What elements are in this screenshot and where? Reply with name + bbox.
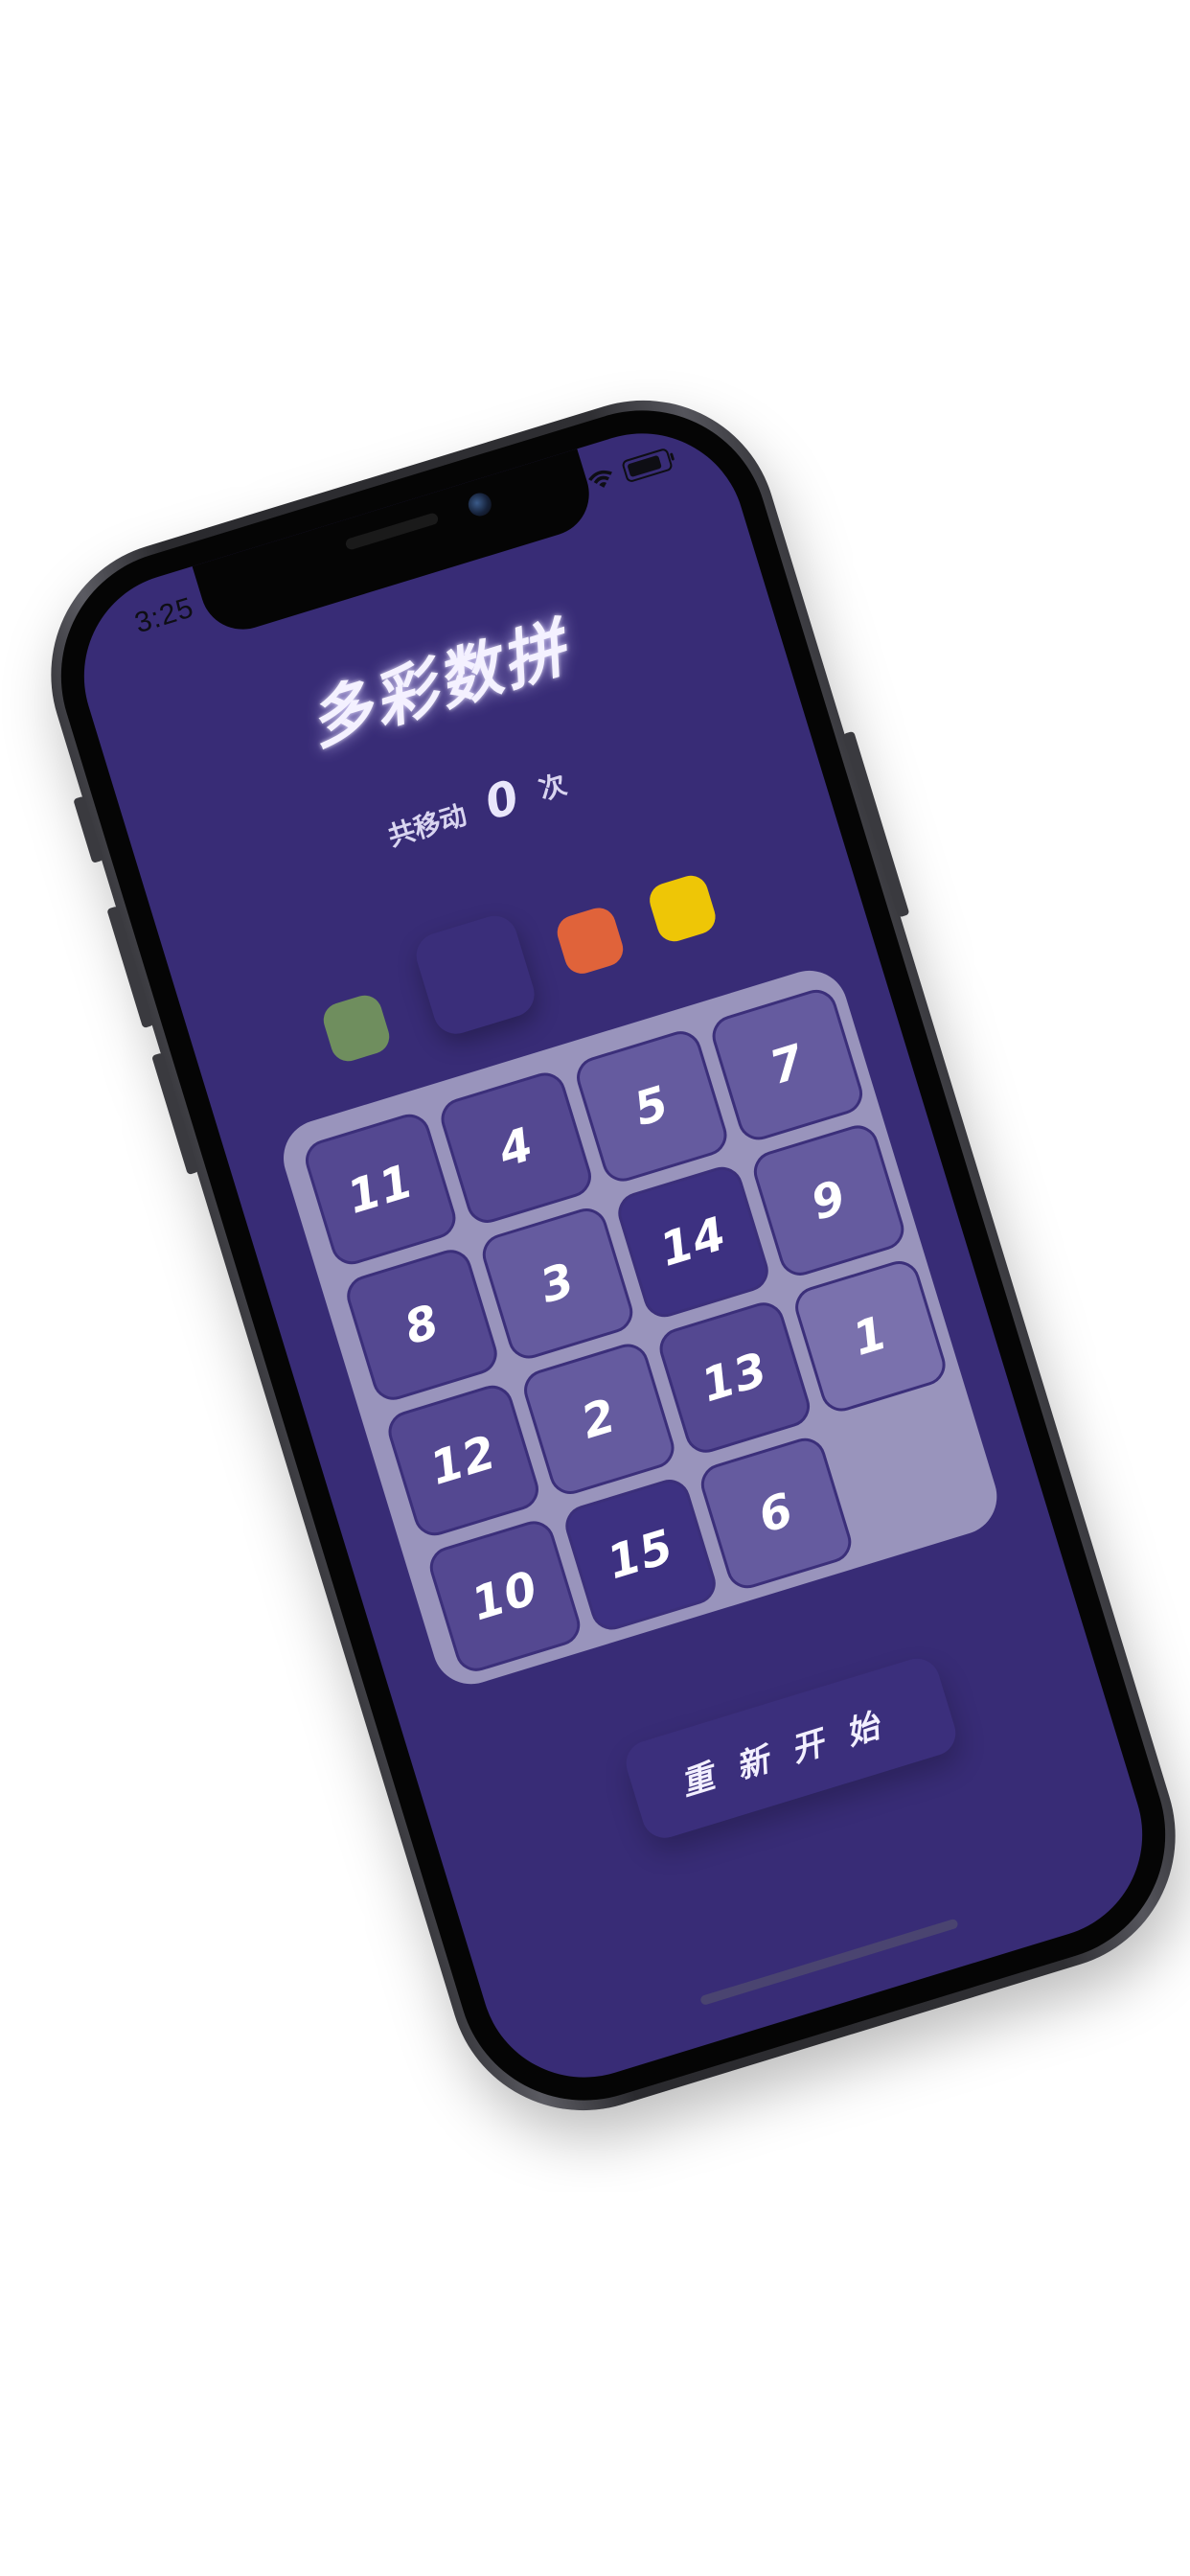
moves-suffix: 次	[535, 768, 571, 807]
puzzle-tile[interactable]: 2	[518, 1339, 679, 1500]
puzzle-tile[interactable]: 14	[612, 1162, 774, 1322]
speaker-grille	[344, 512, 440, 551]
puzzle-tile[interactable]: 4	[436, 1068, 597, 1229]
moves-prefix: 共移动	[383, 798, 470, 853]
puzzle-tile[interactable]: 12	[383, 1380, 544, 1541]
swatch-green[interactable]	[319, 991, 394, 1066]
moves-count: 0	[478, 770, 526, 831]
restart-button[interactable]: 重新开始	[620, 1652, 962, 1844]
swatch-orange[interactable]	[553, 903, 628, 978]
battery-icon	[621, 447, 674, 484]
puzzle-tile[interactable]: 10	[424, 1515, 585, 1677]
puzzle-board: 11 4 5 7 8 3 14 9 12 2 13 1 10 15 6	[274, 960, 1007, 1694]
puzzle-tile[interactable]: 9	[748, 1120, 909, 1281]
puzzle-tile[interactable]: 7	[707, 984, 868, 1145]
puzzle-tile[interactable]: 1	[790, 1255, 951, 1416]
stage: 3:25 多彩数拼 共移动 0 次 11 4 5 7 8 3 14 9 12 2…	[0, 0, 1190, 2576]
swatch-dark-purple[interactable]	[410, 909, 540, 1040]
puzzle-tile[interactable]: 5	[571, 1025, 732, 1187]
camera-icon	[465, 490, 494, 519]
puzzle-tile[interactable]: 6	[696, 1433, 857, 1594]
status-time: 3:25	[130, 591, 198, 640]
puzzle-tile[interactable]: 15	[560, 1474, 721, 1635]
phone-device: 3:25 多彩数拼 共移动 0 次 11 4 5 7 8 3 14 9 12 2…	[17, 367, 1190, 2144]
swatch-yellow[interactable]	[645, 871, 721, 946]
puzzle-tile[interactable]: 11	[300, 1109, 461, 1270]
wifi-icon	[588, 470, 612, 488]
puzzle-tile[interactable]: 3	[477, 1203, 638, 1364]
puzzle-tile[interactable]: 8	[341, 1244, 503, 1406]
puzzle-tile[interactable]: 13	[654, 1297, 815, 1459]
